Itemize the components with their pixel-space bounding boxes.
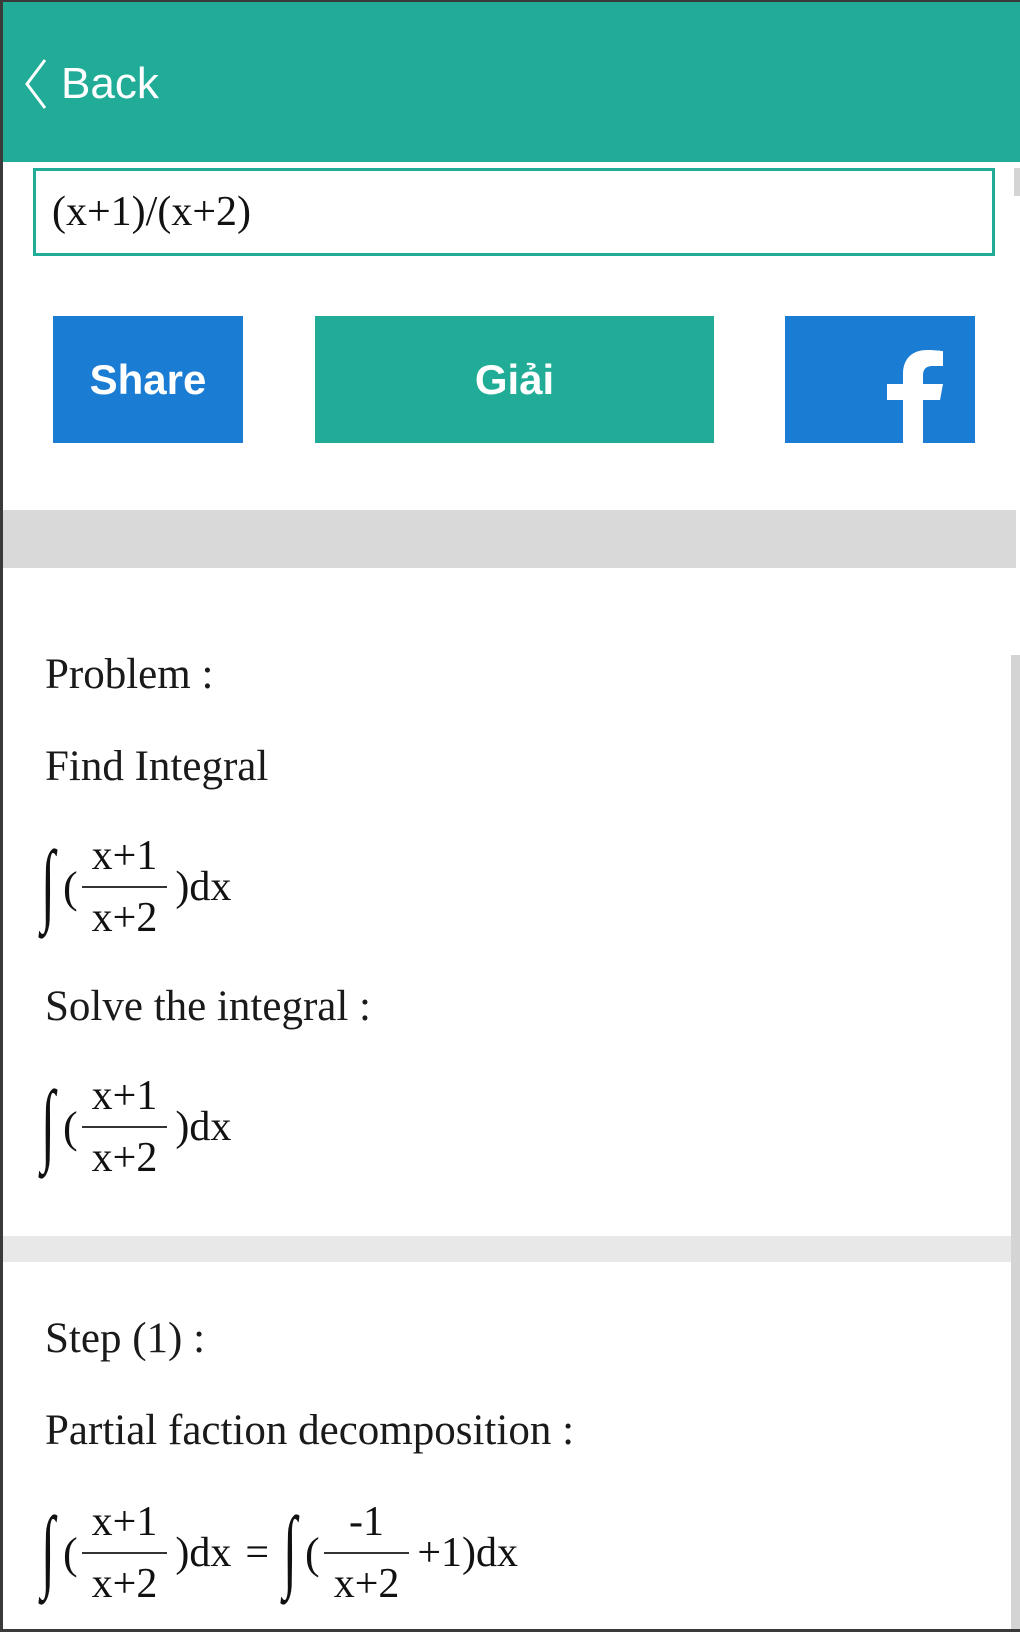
expression-tail: )dx xyxy=(175,864,232,911)
step-title: Partial faction decomposition : xyxy=(45,1407,575,1454)
fraction: x+1 x+2 xyxy=(81,1073,168,1182)
expression-tail: )dx xyxy=(175,1530,232,1577)
chevron-left-icon xyxy=(25,59,47,109)
back-button[interactable]: Back xyxy=(23,54,159,114)
back-label: Back xyxy=(61,59,159,108)
open-paren: ( xyxy=(305,1528,320,1578)
denominator: x+2 xyxy=(91,895,158,942)
numerator: -1 xyxy=(349,1499,385,1545)
open-paren: ( xyxy=(63,1528,78,1578)
step-equation: ∫ ( x+1 x+2 )dx = ∫ ( -1 x+2 +1)dx xyxy=(41,1500,518,1606)
fraction-bar xyxy=(81,1126,168,1129)
denominator: x+2 xyxy=(91,1135,158,1182)
fraction-bar xyxy=(323,1552,410,1555)
numerator: x+1 xyxy=(91,1499,158,1545)
integral-sign: ∫ xyxy=(41,1498,55,1601)
equals-sign: = xyxy=(245,1530,270,1577)
top-bar: Back xyxy=(3,2,1020,162)
denominator: x+2 xyxy=(333,1561,400,1608)
problem-heading: Problem : xyxy=(45,651,214,698)
section-divider xyxy=(3,510,1016,568)
solve-heading: Solve the integral : xyxy=(45,983,372,1030)
solve-expression: ∫ ( x+1 x+2 )dx xyxy=(41,1074,231,1180)
integral-sign: ∫ xyxy=(283,1498,297,1601)
facebook-icon xyxy=(887,350,943,443)
fraction: x+1 x+2 xyxy=(81,833,168,942)
fraction: x+1 x+2 xyxy=(81,1499,168,1608)
share-button[interactable]: Share xyxy=(53,316,243,443)
denominator: x+2 xyxy=(91,1561,158,1608)
open-paren: ( xyxy=(63,862,78,912)
fraction-bar xyxy=(81,886,168,889)
integral-sign: ∫ xyxy=(41,1072,55,1175)
fraction: -1 x+2 xyxy=(323,1499,410,1608)
expression-tail: +1)dx xyxy=(417,1530,519,1577)
fraction-bar xyxy=(81,1552,168,1555)
integral-sign: ∫ xyxy=(41,832,55,935)
numerator: x+1 xyxy=(91,833,158,879)
step-heading: Step (1) : xyxy=(45,1315,206,1362)
app-screen: Back Share Giải Problem : Find Integral … xyxy=(0,0,1020,1632)
problem-task: Find Integral xyxy=(45,743,269,790)
content-scrollbar[interactable] xyxy=(1011,655,1020,1629)
problem-expression: ∫ ( x+1 x+2 )dx xyxy=(41,834,231,940)
expression-tail: )dx xyxy=(175,1104,232,1151)
solve-button[interactable]: Giải xyxy=(315,316,714,443)
numerator: x+1 xyxy=(91,1073,158,1119)
open-paren: ( xyxy=(63,1102,78,1152)
scrollbar[interactable] xyxy=(1014,168,1020,196)
facebook-button[interactable] xyxy=(785,316,975,443)
expression-input[interactable] xyxy=(33,168,995,256)
step-divider xyxy=(3,1236,1016,1262)
